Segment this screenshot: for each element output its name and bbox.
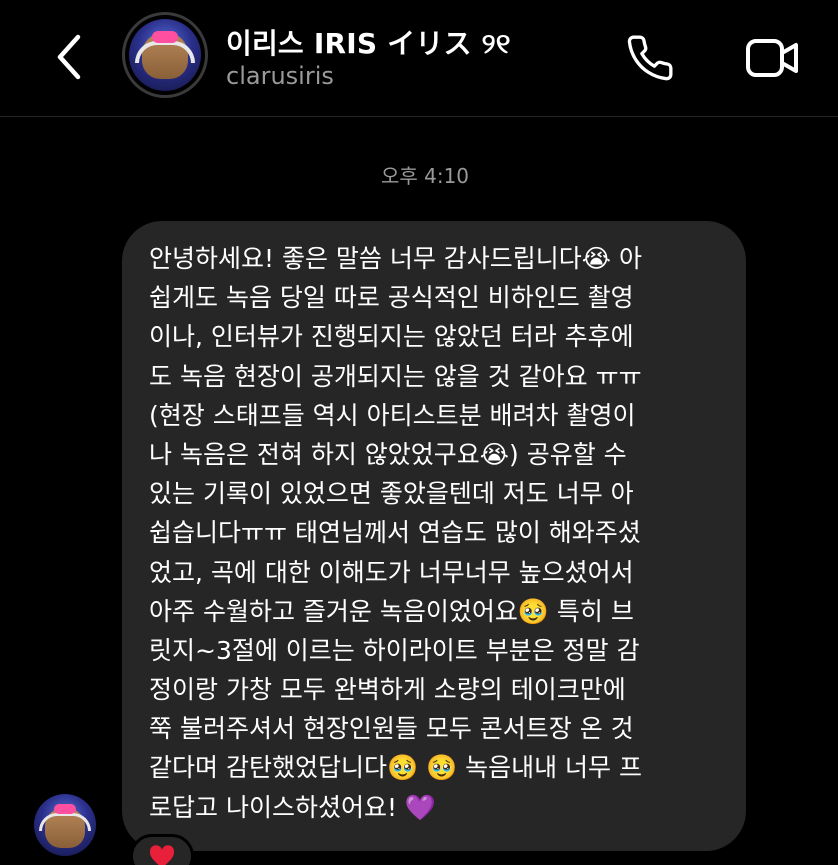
- header-divider: [0, 116, 838, 117]
- message-line: 도 녹음 현장이 공개되지는 않을 것 같아요 ㅠㅠ: [149, 361, 642, 391]
- audio-call-button[interactable]: [620, 30, 680, 86]
- bow-graphic: [152, 30, 178, 43]
- username[interactable]: clarusiris: [226, 62, 334, 90]
- heart-icon: [149, 845, 175, 865]
- message-line: 아주 수월하고 즐거운 녹음이었어요🥹 특히 브: [149, 596, 634, 626]
- message-line: 쭉 불러주셔서 현장인원들 모두 콘서트장 온 것: [149, 714, 634, 744]
- heart-reaction[interactable]: [130, 834, 194, 865]
- message-line: 쉽게도 녹음 당일 따로 공식적인 비하인드 촬영: [149, 283, 634, 313]
- message-line: 이나, 인터뷰가 진행되지는 않았던 터라 추후에: [149, 322, 634, 352]
- headphones-graphic: [39, 812, 91, 831]
- message-line: 로답고 나이스하셨어요! 💜: [149, 792, 437, 822]
- avatar-image: [129, 19, 201, 91]
- message-line: 쉽습니다ㅠㅠ 태연님께서 연습도 많이 해와주셨: [149, 518, 641, 548]
- message-line: 안녕하세요! 좋은 말씀 너무 감사드립니다😭 아: [149, 244, 642, 273]
- message-line: 있는 기록이 있었으면 좋았을텐데 저도 너무 아: [149, 479, 634, 509]
- dm-thread-screen: 이리스 IRIS イリス ୨୧ clarusiris 오후 4:10 안녕하세요…: [0, 0, 838, 865]
- thread-header: 이리스 IRIS イリス ୨୧ clarusiris: [0, 0, 838, 116]
- headphones-graphic: [135, 40, 195, 63]
- message-line: 정이랑 가창 모두 완벽하게 소량의 테이크만에: [149, 675, 626, 705]
- message-timestamp: 오후 4:10: [380, 164, 470, 188]
- back-button[interactable]: [44, 28, 94, 86]
- message-line: 었고, 곡에 대한 이해도가 너무너무 높으셨어서: [149, 557, 634, 587]
- video-camera-icon: [746, 39, 798, 77]
- phone-icon: [627, 35, 673, 81]
- video-call-button[interactable]: [740, 30, 804, 86]
- sender-avatar[interactable]: [34, 794, 96, 856]
- display-name[interactable]: 이리스 IRIS イリス ୨୧: [226, 22, 511, 62]
- message-line: 릿지~3절에 이르는 하이라이트 부분은 정말 감: [149, 635, 640, 665]
- bow-graphic: [54, 803, 76, 814]
- message-line: (현장 스태프들 역시 아티스트분 배려차 촬영이: [149, 400, 636, 430]
- profile-avatar[interactable]: [122, 12, 208, 98]
- message-line: 나 녹음은 전혀 하지 않았었구요😭) 공유할 수: [149, 439, 627, 469]
- chevron-left-icon: [57, 34, 81, 80]
- message-line: 같다며 감탄했었답니다🥹 🥹 녹음내내 너무 프: [149, 753, 642, 783]
- message-bubble[interactable]: 안녕하세요! 좋은 말씀 너무 감사드립니다😭 아 쉽게도 녹음 당일 따로 공…: [122, 221, 746, 851]
